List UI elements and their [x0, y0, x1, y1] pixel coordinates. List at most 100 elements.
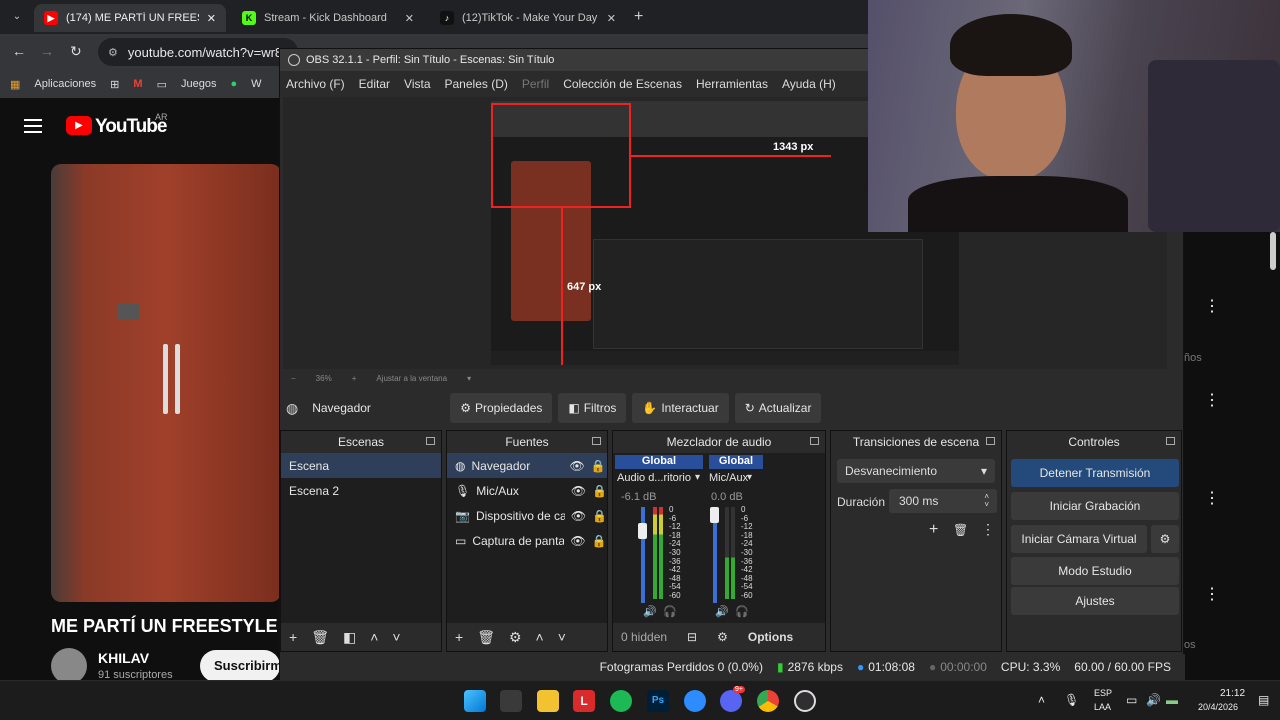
start-icon[interactable] [464, 690, 486, 712]
fit-window-button[interactable]: Ajustar a la ventana [376, 374, 447, 383]
microphone-icon[interactable]: 🎙 [1064, 693, 1079, 707]
whatsapp-icon[interactable]: ● [230, 78, 237, 90]
chevron-down-icon[interactable]: ˅ [558, 629, 566, 645]
volume-icon[interactable]: 🔊 [1146, 693, 1161, 707]
grid-icon[interactable]: ⊞ [110, 78, 119, 91]
eye-icon[interactable]: 👁 [570, 534, 585, 548]
filter-icon[interactable]: ◧ [343, 629, 356, 646]
stepper-icon[interactable]: ˄ ˅ [984, 493, 989, 509]
site-info-icon[interactable]: ⚙ [108, 46, 118, 59]
more-icon[interactable]: ⋮ [1204, 390, 1220, 410]
selection-box[interactable] [491, 103, 631, 208]
speaker-icon[interactable]: 🔊 [715, 605, 729, 618]
bookmark-juegos[interactable]: Juegos [181, 78, 216, 90]
popout-icon[interactable] [810, 437, 819, 445]
more-icon[interactable]: ⋮ [1204, 296, 1220, 316]
clock-time[interactable]: 21:12 [1220, 688, 1245, 699]
trash-icon[interactable]: 🗑 [311, 629, 329, 646]
chevron-up-icon[interactable]: ˄ [370, 629, 378, 645]
popout-icon[interactable] [986, 437, 995, 445]
filters-button[interactable]: ◧ Filtros [558, 393, 627, 423]
reload-icon[interactable]: ↻ [70, 43, 82, 60]
youtube-logo-icon[interactable]: ▶ [66, 116, 92, 135]
gmail-icon[interactable]: M [133, 78, 142, 90]
zoom-icon[interactable] [684, 690, 706, 712]
speaker-icon[interactable]: 🔊 [643, 605, 657, 618]
url-field[interactable]: ⚙ youtube.com/watch?v=wr81 [98, 38, 298, 66]
tab-kick[interactable]: K Stream - Kick Dashboard ✕ [232, 4, 424, 32]
trash-icon[interactable]: 🗑 [953, 523, 968, 537]
eye-icon[interactable]: 👁 [571, 509, 586, 523]
tab-youtube[interactable]: ▶ (174) ME PARTÍ UN FREESTYLE E ✕ [34, 4, 226, 32]
headphones-icon[interactable]: 🎧 [735, 605, 749, 618]
scene-item[interactable]: Escena [281, 453, 441, 478]
start-virtual-camera-button[interactable]: Iniciar Cámara Virtual [1011, 525, 1147, 553]
subscribe-button[interactable]: Suscribirm [200, 650, 280, 682]
chrome-icon[interactable] [757, 690, 779, 712]
start-recording-button[interactable]: Iniciar Grabación [1011, 492, 1179, 520]
popout-icon[interactable] [1166, 437, 1175, 445]
zoom-in-button[interactable]: + [352, 374, 357, 383]
gear-icon[interactable]: ⚙ [717, 630, 728, 644]
transition-select[interactable]: Desvanecimiento ▾ [837, 459, 995, 483]
virtual-camera-settings-icon[interactable]: ⚙ [1151, 525, 1179, 553]
battery-icon[interactable]: ▬ [1166, 693, 1178, 707]
more-icon[interactable]: ⋮ [1204, 584, 1220, 604]
tab-tiktok[interactable]: ♪ (12)TikTok - Make Your Day ✕ [430, 4, 626, 32]
photoshop-icon[interactable]: Ps [647, 690, 669, 712]
video-player[interactable] [51, 164, 281, 602]
chevron-up-icon[interactable]: ˄ [1038, 693, 1045, 707]
tab-search-icon[interactable]: ⌄ [8, 8, 26, 26]
popout-icon[interactable] [426, 437, 435, 445]
spotify-icon[interactable] [610, 690, 632, 712]
menu-editar[interactable]: Editar [359, 77, 390, 91]
zoom-out-button[interactable]: − [291, 374, 296, 383]
menu-paneles[interactable]: Paneles (D) [445, 77, 508, 91]
bookmark-w[interactable]: W [251, 78, 261, 90]
source-item[interactable]: ◍ Navegador 👁 🔒 [447, 453, 607, 478]
add-icon[interactable]: + [289, 629, 297, 645]
refresh-button[interactable]: ↻ Actualizar [734, 393, 822, 423]
volume-slider-handle[interactable] [638, 523, 647, 539]
settings-button[interactable]: Ajustes [1011, 587, 1179, 615]
lock-icon[interactable]: 🔒 [592, 484, 607, 498]
eye-icon[interactable]: 👁 [571, 484, 586, 498]
headphones-icon[interactable]: 🎧 [663, 605, 677, 618]
gear-icon[interactable]: ⚙ [509, 629, 522, 646]
lock-icon[interactable]: 🔒 [592, 534, 607, 548]
chevron-up-icon[interactable]: ˄ [536, 629, 544, 645]
popout-icon[interactable] [592, 437, 601, 445]
trash-icon[interactable]: 🗑 [477, 629, 495, 646]
source-item[interactable]: ▭ Captura de panta 👁 🔒 [447, 528, 607, 553]
eye-icon[interactable]: 👁 [569, 459, 584, 473]
obs-icon[interactable] [794, 690, 816, 712]
menu-icon[interactable] [24, 119, 42, 133]
close-icon[interactable]: ✕ [607, 12, 616, 25]
properties-button[interactable]: ⚙ Propiedades [450, 393, 553, 423]
source-item[interactable]: 📷 Dispositivo de ca 👁 🔒 [447, 503, 607, 528]
chevron-down-icon[interactable]: ▾ [467, 374, 471, 383]
more-icon[interactable]: ⋮ [1204, 488, 1220, 508]
lock-icon[interactable]: 🔒 [591, 459, 606, 473]
stop-streaming-button[interactable]: Detener Transmisión [1011, 459, 1179, 487]
forward-icon[interactable]: → [40, 43, 54, 59]
file-explorer-icon[interactable] [537, 690, 559, 712]
notifications-icon[interactable]: ▤ [1258, 693, 1269, 707]
channel-name[interactable]: Audio d...ritorio [617, 472, 691, 484]
add-icon[interactable]: + [455, 629, 463, 645]
chevron-down-icon[interactable]: ▾ [695, 472, 700, 483]
options-button[interactable]: Options [748, 630, 793, 644]
menu-herramientas[interactable]: Herramientas [696, 77, 768, 91]
duration-stepper[interactable]: 300 ms ˄ ˅ [889, 489, 997, 513]
studio-mode-button[interactable]: Modo Estudio [1011, 557, 1179, 585]
scrollbar-thumb[interactable] [1270, 232, 1276, 270]
menu-perfil[interactable]: Perfil [522, 77, 549, 91]
menu-vista[interactable]: Vista [404, 77, 430, 91]
more-icon[interactable]: ⋮ [981, 521, 995, 538]
menu-archivo[interactable]: Archivo (F) [286, 77, 345, 91]
network-icon[interactable]: ▭ [1126, 693, 1137, 707]
source-item[interactable]: 🎙 Mic/Aux 👁 🔒 [447, 478, 607, 503]
channel-name[interactable]: KHILAV [98, 650, 149, 666]
app-l-icon[interactable]: L [573, 690, 595, 712]
menu-coleccion-escenas[interactable]: Colección de Escenas [563, 77, 682, 91]
